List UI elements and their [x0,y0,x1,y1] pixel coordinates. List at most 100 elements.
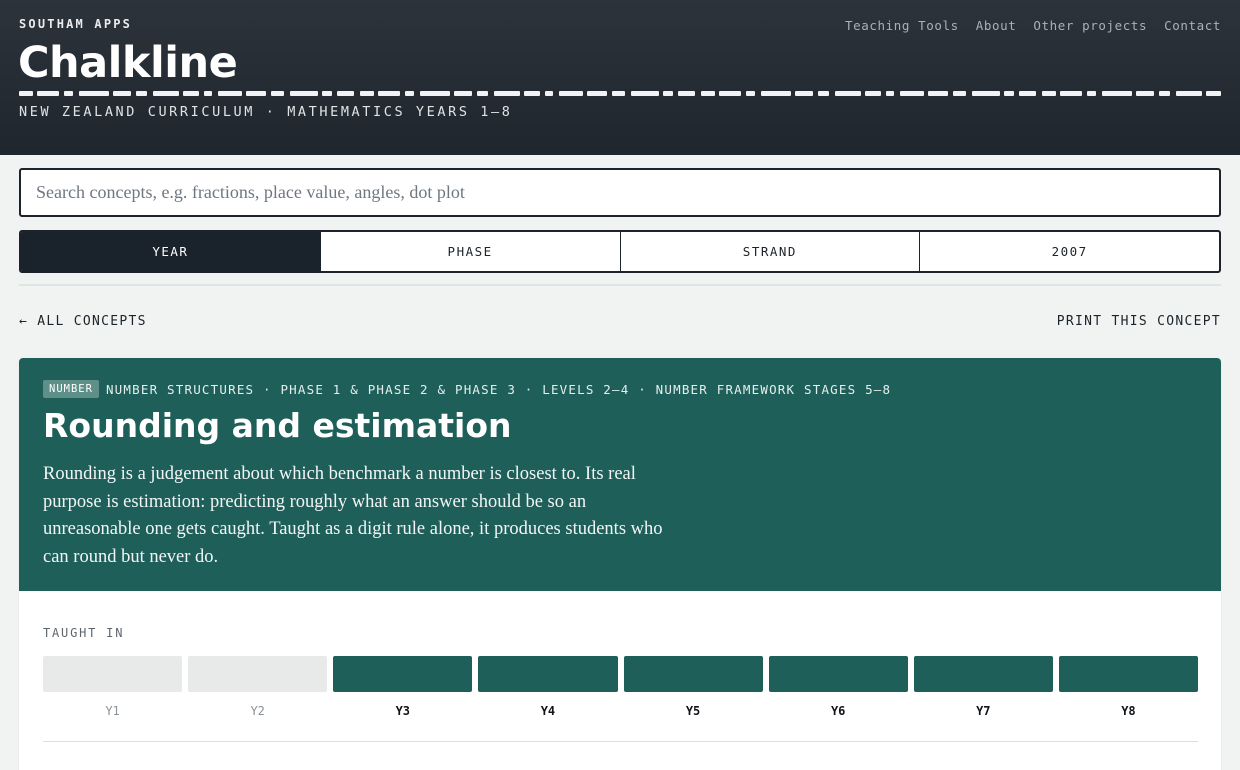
chalk-dash [290,91,318,96]
chalk-dash [1206,91,1221,96]
concept-hero: NUMBER NUMBER STRUCTURES · PHASE 1 & PHA… [19,358,1221,591]
chalk-dash [1087,91,1096,96]
view-tabs: YEAR PHASE STRAND 2007 [19,230,1221,273]
chalk-dash [405,91,414,96]
year-bar [333,656,473,692]
chalk-dash [1019,91,1036,96]
tab-2007[interactable]: 2007 [919,232,1219,271]
chalk-dash [378,91,400,96]
chalk-dash [246,91,266,96]
year-y8: Y8 [1058,656,1198,718]
year-bar [768,656,908,692]
search-input[interactable] [21,170,1219,215]
year-y5: Y5 [623,656,763,718]
year-y3: Y3 [333,656,473,718]
chalk-dash [420,91,450,96]
chalk-dash [835,91,861,96]
chalk-dash [1060,91,1082,96]
chalk-dash [322,91,332,96]
nav-teaching-tools[interactable]: Teaching Tools [845,18,959,33]
site-header: SOUTHAM APPS Teaching Tools About Other … [0,0,1240,155]
year-y1: Y1 [43,656,183,718]
year-y4: Y4 [478,656,618,718]
year-bar [623,656,763,692]
search-box [19,168,1221,217]
year-bar [478,656,618,692]
chalk-dash [761,91,791,96]
nav-other-projects[interactable]: Other projects [1033,18,1147,33]
card-divider [43,741,1198,742]
chalk-dash [204,91,212,96]
chalk-dash [64,91,73,96]
chalk-dash [972,91,1000,96]
tab-strand[interactable]: STRAND [619,232,920,271]
year-label: Y1 [105,704,120,718]
taught-in-label: TAUGHT IN [43,626,125,640]
concept-meta: NUMBER STRUCTURES · PHASE 1 & PHASE 2 & … [105,381,892,397]
year-y6: Y6 [768,656,908,718]
year-label: Y5 [685,704,701,718]
chalk-dash [1176,91,1202,96]
chalk-dash [953,91,966,96]
year-y7: Y7 [913,656,1053,718]
chalk-dash [153,91,179,96]
chalk-dash [865,91,881,96]
chalk-dash [928,91,948,96]
chalk-dash [1102,91,1132,96]
chalk-dash [337,91,354,96]
chalk-dash [559,91,583,96]
taught-in-years: Y1 Y2 Y3 Y4 Y5 Y6 Y7 Y8 [43,656,1198,718]
chalk-dash [818,91,829,96]
top-nav: Teaching Tools About Other projects Cont… [845,18,1221,33]
year-label: Y4 [540,704,556,718]
site-title[interactable]: Chalkline [18,38,238,88]
concept-title: Rounding and estimation [43,406,512,445]
chalk-dash [524,91,540,96]
tab-year[interactable]: YEAR [21,232,320,271]
chalk-dash [746,91,755,96]
chalk-dash [360,91,374,96]
chalk-dash [1004,91,1014,96]
chalk-dash [795,91,813,96]
chalk-dash [719,91,741,96]
chalk-dash [183,91,199,96]
chalk-dash [454,91,472,96]
nav-contact[interactable]: Contact [1164,18,1221,33]
year-bar [1058,656,1198,692]
chalk-dash [271,91,284,96]
tab-phase[interactable]: PHASE [319,232,620,271]
chalk-dash [545,91,553,96]
year-bar [188,656,328,692]
year-label: Y8 [1121,704,1136,718]
strand-badge: NUMBER [43,380,99,398]
print-concept-link[interactable]: PRINT THIS CONCEPT [1057,314,1221,329]
chalk-dash [19,91,33,96]
chalk-dash [477,91,488,96]
year-bar [913,656,1053,692]
chalk-dash [701,91,715,96]
concept-description: Rounding is a judgement about which benc… [43,464,663,567]
chalk-dash [494,91,520,96]
chalk-dash [678,91,695,96]
year-label: Y3 [395,704,411,718]
chalk-dash [37,91,59,96]
chalk-dash [631,91,659,96]
all-concepts-link[interactable]: ← ALL CONCEPTS [19,314,147,329]
chalk-dash [113,91,131,96]
chalk-dash [218,91,242,96]
chalk-dash [900,91,924,96]
chalk-dash [886,91,894,96]
concept-meta-row: NUMBER NUMBER STRUCTURES · PHASE 1 & PHA… [43,380,891,398]
year-y2: Y2 [188,656,328,718]
chalk-dash [1159,91,1170,96]
concept-card: NUMBER NUMBER STRUCTURES · PHASE 1 & PHA… [19,358,1221,770]
year-label: Y7 [976,704,991,718]
nav-about[interactable]: About [976,18,1017,33]
org-name: SOUTHAM APPS [19,17,133,31]
year-bar [43,656,183,692]
section-divider [19,284,1221,286]
chalk-dash [587,91,607,96]
site-subtitle: NEW ZEALAND CURRICULUM · MATHEMATICS YEA… [19,104,513,120]
year-label: Y6 [830,704,846,718]
chalk-dash [136,91,147,96]
